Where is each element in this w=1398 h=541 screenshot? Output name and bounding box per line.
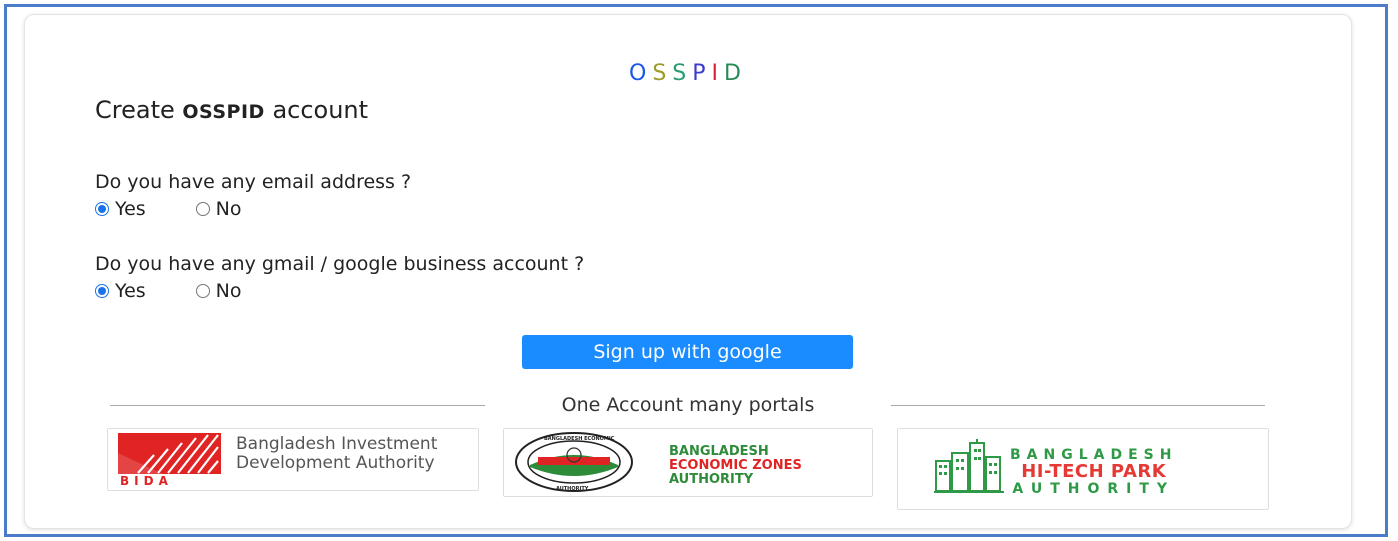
portal-beza-link[interactable]: BANGLADESH ECONOMIC AUTHORITY BANGLADESH… bbox=[503, 428, 873, 497]
bida-name-line1: Bangladesh Investment bbox=[236, 434, 438, 454]
htpa-name-line2: HI-TECH PARK bbox=[1021, 461, 1167, 482]
htpa-buildings-icon bbox=[934, 439, 1004, 493]
svg-text:BANGLADESH ECONOMIC: BANGLADESH ECONOMIC bbox=[544, 436, 615, 442]
google-yes-option[interactable]: Yes bbox=[95, 280, 146, 302]
email-no-radio[interactable] bbox=[195, 202, 210, 216]
portal-htpa-link[interactable]: BANGLADESH HI-TECH PARK AUTHORITY bbox=[897, 428, 1269, 510]
beza-seal-icon: BANGLADESH ECONOMIC AUTHORITY bbox=[515, 432, 633, 492]
email-radio-group: Yes No bbox=[95, 198, 242, 220]
email-no-option[interactable]: No bbox=[195, 198, 242, 220]
logo-letter: S bbox=[672, 61, 693, 86]
google-radio-group: Yes No bbox=[95, 280, 242, 302]
page-title: Create OSSPID account bbox=[95, 96, 368, 124]
bida-logo-icon: BIDA bbox=[118, 433, 221, 486]
email-no-label: No bbox=[215, 198, 242, 220]
osspid-logo: OSSPID bbox=[25, 61, 1351, 86]
google-no-radio[interactable] bbox=[195, 284, 210, 298]
bida-abbr-text: BIDA bbox=[120, 474, 173, 486]
bida-name: Bangladesh Investment Development Author… bbox=[236, 435, 437, 473]
portals-divider-label: One Account many portals bbox=[561, 394, 815, 416]
google-yes-radio[interactable] bbox=[95, 284, 109, 298]
email-yes-option[interactable]: Yes bbox=[95, 198, 146, 220]
logo-letter: I bbox=[711, 61, 725, 86]
email-yes-label: Yes bbox=[115, 198, 146, 220]
title-brand: OSSPID bbox=[182, 101, 265, 123]
svg-text:AUTHORITY: AUTHORITY bbox=[556, 486, 589, 492]
beza-name: BANGLADESH ECONOMIC ZONES AUTHORITY bbox=[669, 445, 802, 487]
google-yes-label: Yes bbox=[115, 280, 146, 302]
beza-name-line1: BANGLADESH bbox=[669, 444, 769, 459]
sign-up-with-google-button[interactable]: Sign up with google bbox=[522, 335, 853, 369]
divider-line-left bbox=[110, 405, 485, 406]
google-account-question: Do you have any gmail / google business … bbox=[95, 253, 585, 275]
google-no-option[interactable]: No bbox=[195, 280, 242, 302]
bida-name-line2: Development Authority bbox=[236, 453, 435, 473]
email-question: Do you have any email address ? bbox=[95, 171, 412, 193]
htpa-name: BANGLADESH HI-TECH PARK AUTHORITY bbox=[1010, 447, 1177, 497]
portal-bida-link[interactable]: BIDA Bangladesh Investment Development A… bbox=[107, 428, 479, 491]
logo-letter: O bbox=[629, 61, 653, 86]
logo-letter: P bbox=[692, 61, 712, 86]
logo-letter: D bbox=[724, 61, 747, 86]
email-yes-radio[interactable] bbox=[95, 202, 109, 216]
htpa-name-line3: AUTHORITY bbox=[1012, 481, 1176, 497]
google-no-label: No bbox=[215, 280, 242, 302]
signup-card: OSSPID Create OSSPID account Do you have… bbox=[24, 14, 1352, 529]
divider-line-right bbox=[891, 405, 1265, 406]
beza-name-line3: AUTHORITY bbox=[669, 472, 754, 487]
title-suffix: account bbox=[264, 96, 369, 124]
beza-name-line2: ECONOMIC ZONES bbox=[669, 458, 802, 473]
title-prefix: Create bbox=[95, 96, 183, 124]
logo-letter: S bbox=[652, 61, 673, 86]
